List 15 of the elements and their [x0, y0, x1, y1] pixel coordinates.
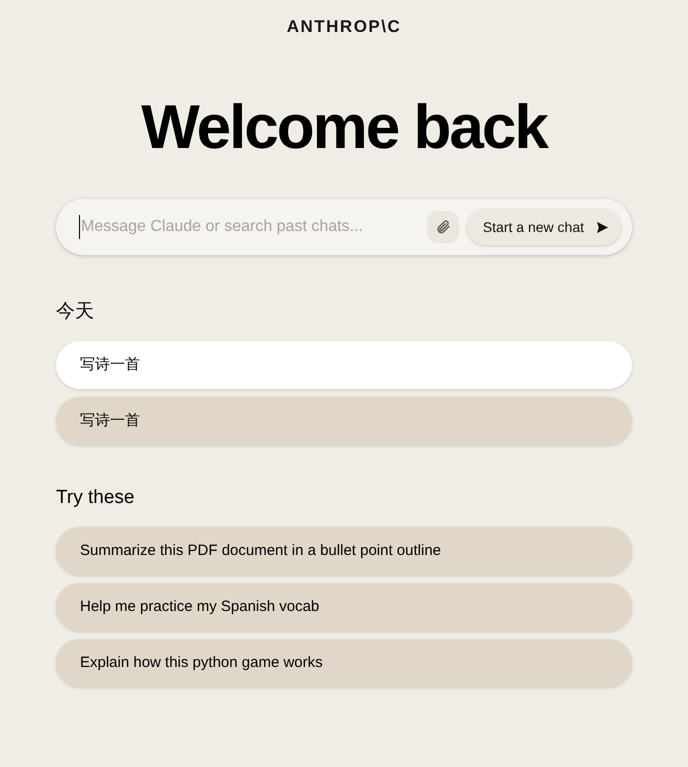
suggestion-item[interactable]: Summarize this PDF document in a bullet point outline: [56, 527, 632, 575]
section-title: Try these: [56, 486, 136, 510]
section-title: 今天: [56, 300, 95, 324]
search-field[interactable]: Message Claude or search past chats...: [79, 215, 419, 239]
search-bar[interactable]: Message Claude or search past chats... Start a new chat: [56, 199, 632, 255]
logo: ANTHROP\C: [286, 17, 402, 37]
chat-item[interactable]: 写诗一首: [56, 397, 632, 445]
suggestion-item[interactable]: Help me practice my Spanish vocab: [56, 583, 632, 631]
new-chat-button[interactable]: Start a new chat: [466, 209, 621, 245]
suggestion-item[interactable]: Explain how this python game works: [56, 639, 632, 687]
paperclip-icon: [434, 219, 451, 235]
send-icon: [596, 220, 609, 234]
page-title: Welcome back: [141, 93, 547, 163]
attach-button[interactable]: [426, 211, 459, 243]
chat-item[interactable]: 写诗一首: [56, 341, 632, 389]
